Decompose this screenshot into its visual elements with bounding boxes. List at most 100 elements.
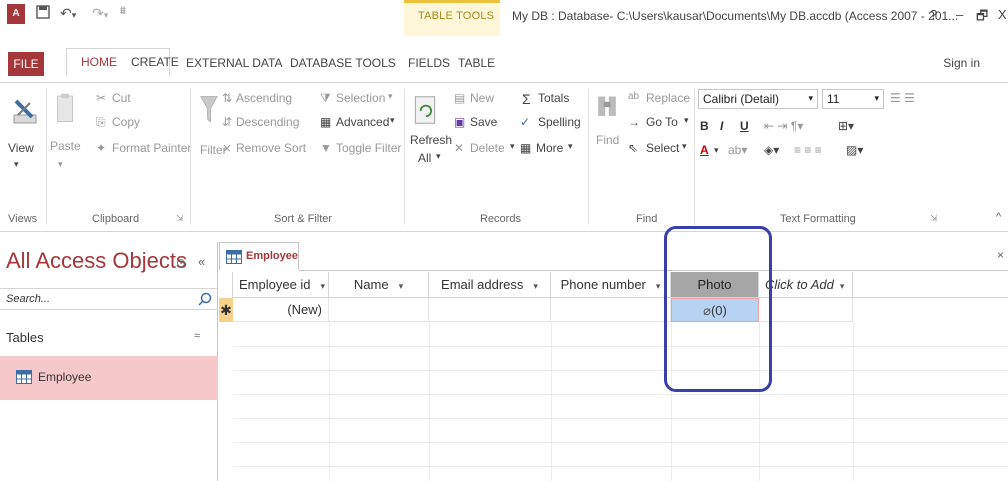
font-color-icon[interactable]: A bbox=[700, 143, 709, 157]
close-button[interactable]: X bbox=[998, 7, 1007, 22]
gridlines-icon[interactable]: ⊞▾ bbox=[838, 119, 854, 133]
collapse-ribbon-icon[interactable]: ^ bbox=[996, 211, 1001, 223]
format-painter-icon[interactable]: ✦ bbox=[96, 141, 106, 155]
fill-color-icon[interactable]: ◈▾ bbox=[764, 143, 779, 157]
underline-button[interactable]: U bbox=[740, 119, 749, 133]
remove-sort-button[interactable]: Remove Sort bbox=[236, 141, 306, 155]
advanced-dropdown-icon[interactable]: ▾ bbox=[390, 115, 395, 126]
delete-dropdown-icon[interactable]: ▾ bbox=[510, 141, 515, 152]
toggle-filter-button[interactable]: Toggle Filter bbox=[336, 141, 401, 155]
select-all-corner[interactable] bbox=[219, 272, 233, 298]
indent-icon[interactable]: ⇤ ⇥ ¶▾ bbox=[764, 119, 803, 133]
cell-name[interactable] bbox=[329, 298, 429, 322]
advanced-icon[interactable]: ▦ bbox=[320, 115, 331, 129]
cell-email-address[interactable] bbox=[429, 298, 551, 322]
delete-button[interactable]: Delete bbox=[470, 141, 505, 155]
more-dropdown-icon[interactable]: ▾ bbox=[568, 141, 573, 152]
selection-dropdown-icon[interactable]: ▾ bbox=[388, 91, 393, 102]
minimize-button[interactable]: – bbox=[956, 7, 963, 22]
redo-icon[interactable]: ↷▾ bbox=[92, 5, 108, 22]
delete-icon[interactable]: ✕ bbox=[454, 141, 464, 155]
new-record-icon[interactable]: ▤ bbox=[454, 91, 465, 105]
text-formatting-launcher-icon[interactable]: ⇲ bbox=[930, 213, 938, 224]
column-header-name[interactable]: Name ▾ bbox=[329, 272, 429, 298]
totals-button[interactable]: Totals bbox=[538, 91, 569, 105]
selection-icon[interactable]: ⧩ bbox=[320, 91, 331, 106]
spelling-icon[interactable]: ✓ bbox=[520, 115, 530, 129]
select-button[interactable]: Select bbox=[646, 141, 679, 155]
tab-external-data[interactable]: EXTERNAL DATA bbox=[186, 56, 282, 70]
list-icon[interactable]: ☰ ☰ bbox=[890, 91, 915, 105]
format-painter-button[interactable]: Format Painter bbox=[112, 141, 191, 155]
search-input[interactable]: Search... bbox=[0, 288, 218, 310]
spelling-button[interactable]: Spelling bbox=[538, 115, 581, 129]
view-button[interactable]: View bbox=[8, 141, 34, 155]
view-icon[interactable] bbox=[12, 97, 38, 127]
alternate-row-color-icon[interactable]: ▨▾ bbox=[846, 143, 863, 157]
highlight-icon[interactable]: ab▾ bbox=[728, 143, 747, 157]
font-color-dropdown-icon[interactable]: ▾ bbox=[714, 145, 719, 156]
column-header-phone-number[interactable]: Phone number ▾ bbox=[551, 272, 671, 298]
nav-item-employee[interactable]: Employee bbox=[0, 356, 218, 400]
tab-create[interactable]: CREATE bbox=[131, 55, 179, 69]
bold-button[interactable]: B bbox=[700, 119, 709, 133]
font-name-select[interactable]: Calibri (Detail) ▾ bbox=[698, 89, 818, 109]
nav-pane-title[interactable]: All Access Objects bbox=[6, 248, 187, 274]
tab-home[interactable]: HOME bbox=[81, 55, 117, 69]
cell-phone-number[interactable] bbox=[551, 298, 671, 322]
copy-button[interactable]: Copy bbox=[112, 115, 140, 129]
more-button[interactable]: More bbox=[536, 141, 563, 155]
tab-file[interactable]: FILE bbox=[8, 52, 44, 76]
select-dropdown-icon[interactable]: ▾ bbox=[682, 141, 687, 152]
collapse-nav-icon[interactable]: « bbox=[198, 254, 205, 269]
tab-employee[interactable]: Employee bbox=[219, 242, 299, 270]
tab-database-tools[interactable]: DATABASE TOOLS bbox=[290, 56, 396, 70]
tab-fields[interactable]: FIELDS bbox=[408, 56, 450, 70]
refresh-dropdown-icon[interactable]: ▾ bbox=[436, 151, 441, 162]
new-record-button[interactable]: New bbox=[470, 91, 494, 105]
column-header-click-to-add[interactable]: Click to Add ▾ bbox=[759, 272, 853, 298]
paste-button[interactable]: Paste bbox=[50, 139, 81, 153]
find-button[interactable]: Find bbox=[596, 133, 619, 147]
customize-qat-icon[interactable]: ⩩ bbox=[120, 5, 126, 18]
chevron-down-icon[interactable]: ▾ bbox=[399, 281, 404, 291]
chevron-down-icon[interactable]: ▾ bbox=[533, 281, 538, 291]
chevron-down-icon[interactable]: ▾ bbox=[656, 281, 661, 291]
clipboard-launcher-icon[interactable]: ⇲ bbox=[176, 213, 184, 224]
column-header-employee-id[interactable]: Employee id ▾ bbox=[233, 272, 329, 298]
filter-icon[interactable] bbox=[196, 95, 222, 125]
tab-table[interactable]: TABLE bbox=[458, 56, 495, 70]
nav-dropdown-icon[interactable]: ⊙ bbox=[176, 256, 186, 270]
more-icon[interactable]: ▦ bbox=[520, 141, 531, 155]
cell-employee-id[interactable]: (New) bbox=[233, 298, 329, 322]
totals-icon[interactable]: Σ bbox=[522, 91, 531, 107]
remove-sort-icon[interactable]: ⨯ bbox=[222, 141, 232, 155]
view-dropdown-icon[interactable]: ▾ bbox=[14, 159, 19, 170]
refresh-all-button[interactable]: Refresh bbox=[410, 133, 452, 147]
italic-button[interactable]: I bbox=[720, 119, 723, 133]
selection-button[interactable]: Selection bbox=[336, 91, 385, 105]
cut-icon[interactable]: ✂ bbox=[96, 91, 106, 105]
paste-dropdown-icon[interactable]: ▾ bbox=[58, 159, 63, 170]
refresh-all-label[interactable]: All bbox=[418, 151, 431, 165]
replace-button[interactable]: Replace bbox=[646, 91, 690, 105]
save-icon[interactable] bbox=[36, 5, 50, 22]
new-record-marker[interactable]: ✱ bbox=[219, 298, 233, 322]
nav-category-tables[interactable]: Tables bbox=[6, 330, 44, 345]
paste-icon[interactable] bbox=[52, 93, 78, 123]
go-to-icon[interactable]: → bbox=[628, 115, 640, 129]
descending-button[interactable]: Descending bbox=[236, 115, 299, 129]
align-icon[interactable]: ≡ ≡ ≡ bbox=[794, 143, 822, 157]
save-record-button[interactable]: Save bbox=[470, 115, 497, 129]
help-button[interactable]: ? bbox=[930, 7, 937, 22]
toggle-filter-icon[interactable]: ▼ bbox=[320, 141, 332, 155]
cut-button[interactable]: Cut bbox=[112, 91, 131, 105]
save-record-icon[interactable]: ▣ bbox=[454, 115, 465, 129]
replace-icon[interactable]: ab bbox=[628, 91, 639, 102]
copy-icon[interactable]: ⎘ bbox=[96, 115, 106, 130]
go-to-button[interactable]: Go To bbox=[646, 115, 678, 129]
cell-click-to-add[interactable] bbox=[759, 298, 853, 322]
sign-in-link[interactable]: Sign in bbox=[943, 56, 980, 70]
chevron-down-icon[interactable]: ▾ bbox=[321, 281, 326, 291]
advanced-button[interactable]: Advanced bbox=[336, 115, 389, 129]
